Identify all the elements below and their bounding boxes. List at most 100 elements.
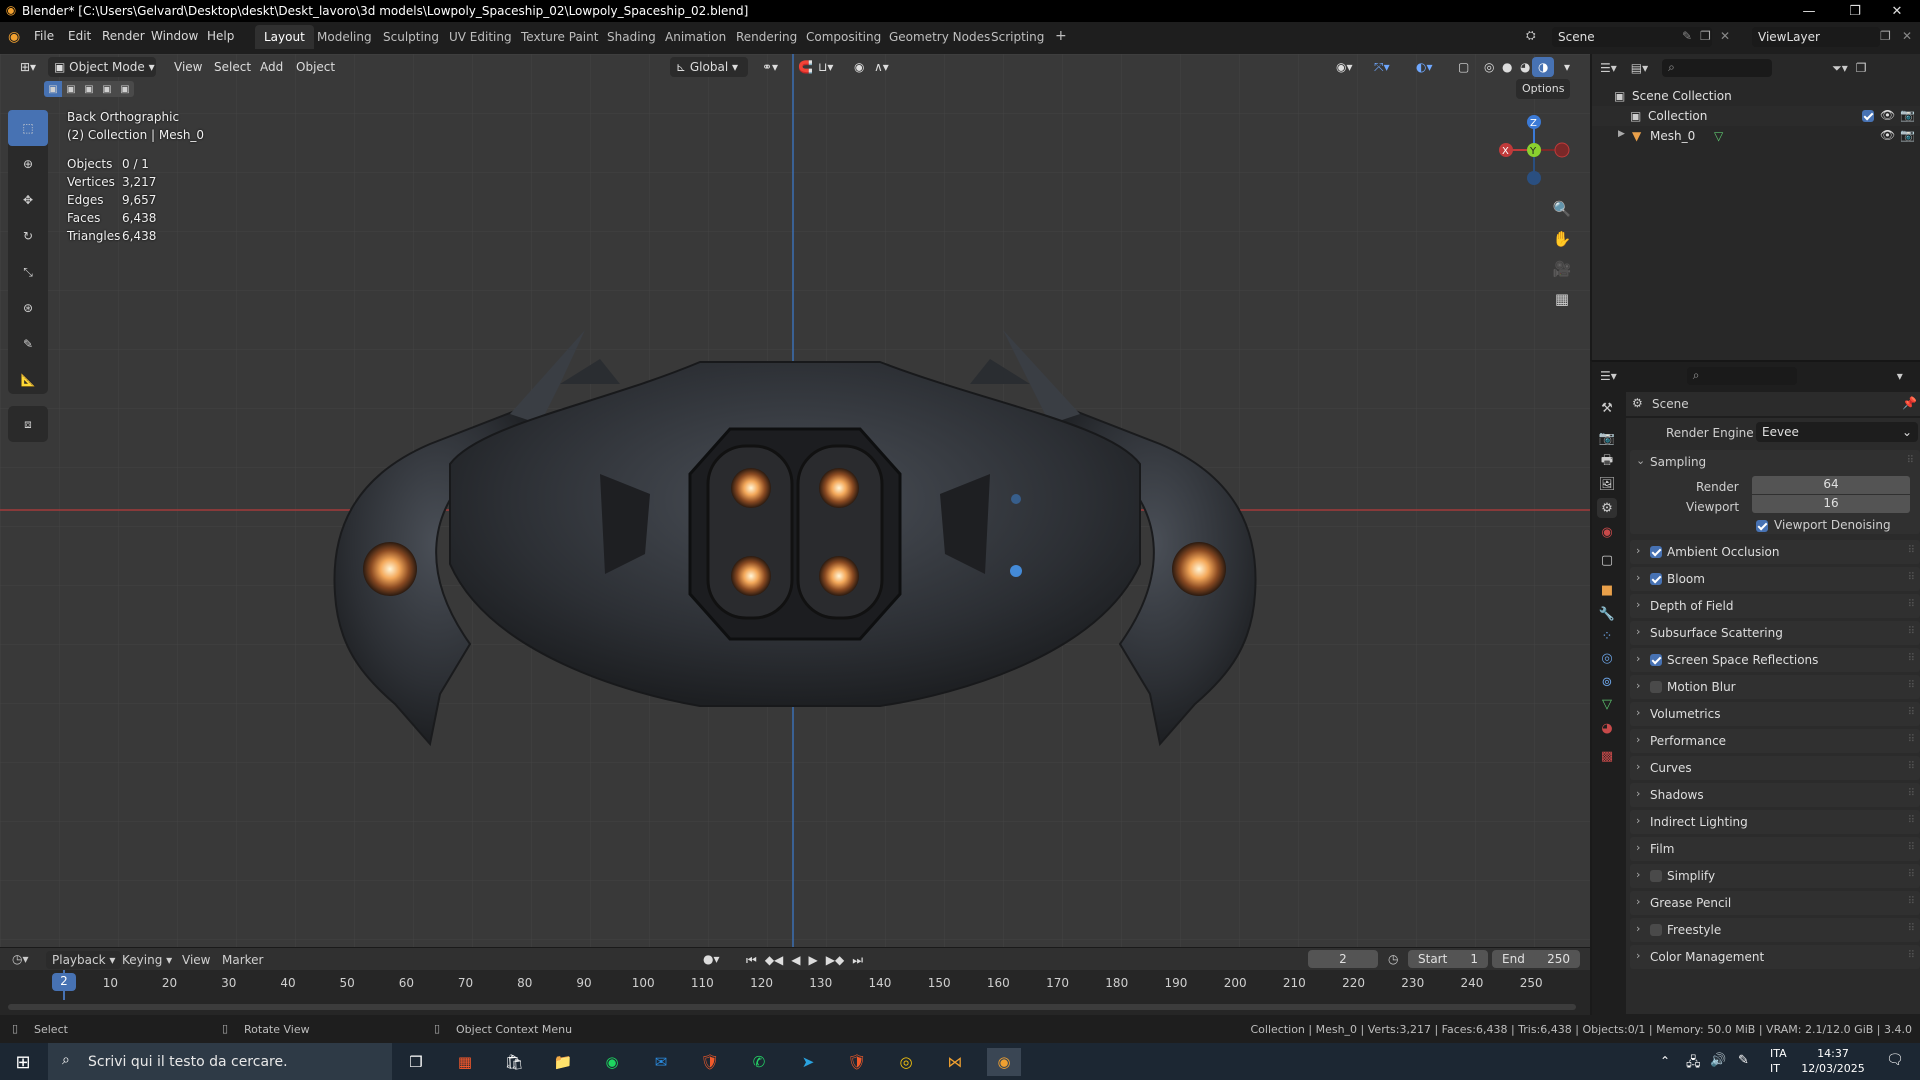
menu-window[interactable]: Window [151,29,198,43]
windows-start-icon[interactable]: ⊞ [6,1048,40,1076]
rotate-tool-icon[interactable]: ↻ [8,218,48,254]
data-tab-icon[interactable]: ▽ [1597,694,1617,714]
select-invert-icon[interactable]: ▣ [98,81,116,97]
zoom-icon[interactable]: 🔍 [1548,194,1576,224]
drag-handle-icon[interactable]: ⠿ [1908,545,1915,556]
telegram-icon[interactable]: ➤ [791,1048,825,1076]
clock-date[interactable]: 12/03/2025 [1800,1062,1866,1075]
outliner-row-scene-collection[interactable]: ▣ Scene Collection [1592,86,1920,106]
panel-enable-checkbox[interactable] [1650,924,1662,936]
auto-keying-icon[interactable]: ●▾ [703,952,720,966]
play-reverse-icon[interactable]: ◀ [791,953,800,967]
start-frame-field[interactable]: Start 1 [1408,950,1488,968]
transform-tool-icon[interactable]: ⊛ [8,290,48,326]
menu-file[interactable]: File [34,29,54,43]
jump-end-icon[interactable]: ⏭ [852,953,863,968]
mail-icon[interactable]: ✉ [644,1048,678,1076]
properties-editor-icon[interactable]: ☰▾ [1600,369,1617,383]
new-viewlayer-icon[interactable]: ❐ [1880,29,1891,43]
drag-handle-icon[interactable]: ⠿ [1908,950,1915,961]
tab-scripting[interactable]: Scripting [982,25,1053,49]
select-subtract-icon[interactable]: ▣ [80,81,98,97]
new-collection-icon[interactable]: ❐ [1856,61,1867,75]
playback-menu[interactable]: Playback ▾ [46,951,122,969]
delete-scene-icon[interactable]: ✕ [1720,29,1730,43]
viewport-menu-object[interactable]: Object [290,57,341,77]
mesh-data-icon[interactable]: ▽ [1714,129,1723,143]
panel-shadows[interactable]: › Shadows ⠿ [1630,783,1920,807]
chrome-icon[interactable]: ◎ [889,1048,923,1076]
tab-sculpting[interactable]: Sculpting [374,25,448,49]
drag-handle-icon[interactable]: ⠿ [1908,707,1915,718]
collection-render-icon[interactable]: 📷 [1900,108,1915,122]
collection-visibility-icon[interactable]: 👁 [1880,108,1895,122]
tool-tab-icon[interactable]: ⚒ [1597,398,1617,418]
mixed-app-icon[interactable]: ⋈ [938,1048,972,1076]
task-view-icon[interactable]: ❒ [399,1048,433,1076]
viewlayer-field[interactable]: ViewLayer [1752,27,1880,47]
tab-texture-paint[interactable]: Texture Paint [512,25,607,49]
transform-orientation-dropdown[interactable]: ⊾ Global ▾ [670,57,748,77]
collection-tab-icon[interactable]: ▢ [1597,550,1617,570]
viewport-menu-select[interactable]: Select [208,57,257,77]
particles-tab-icon[interactable]: ⁘ [1597,626,1617,646]
panel-grease-pencil[interactable]: › Grease Pencil ⠿ [1630,891,1920,915]
editor-type-icon[interactable]: ⊞▾ [14,57,42,77]
play-icon[interactable]: ▶ [809,953,818,967]
tray-chevron-icon[interactable]: ⌃ [1660,1054,1670,1068]
mesh-render-icon[interactable]: 📷 [1900,128,1915,142]
scene-selector-icon[interactable]: ⛭ [1526,28,1536,43]
render-samples-field[interactable]: 64 [1752,476,1910,494]
drag-handle-icon[interactable]: ⠿ [1908,896,1915,907]
menu-render[interactable]: Render [102,29,145,43]
add-workspace-button[interactable]: + [1046,23,1076,47]
world-tab-icon[interactable]: ◉ [1597,522,1617,542]
drag-handle-icon[interactable]: ⠿ [1908,869,1915,880]
panel-freestyle[interactable]: › Freestyle ⠿ [1630,918,1920,942]
options-button[interactable]: Options [1516,79,1571,99]
minimize-button[interactable]: — [1786,0,1832,22]
brave-browser-icon[interactable]: 🛡 [693,1048,727,1076]
taskbar-search-box[interactable]: ⌕ Scrivi qui il testo da cercare. [48,1043,392,1080]
panel-screen-space-reflections[interactable]: › Screen Space Reflections ⠿ [1630,648,1920,672]
select-box-tool-icon[interactable]: ⬚ [8,110,48,146]
camera-view-icon[interactable]: 🎥 [1548,254,1576,284]
collection-exclude-checkbox[interactable] [1862,110,1874,122]
language-indicator[interactable]: ITA [1770,1047,1787,1060]
cursor-tool-icon[interactable]: ⊕ [8,146,48,182]
keying-menu[interactable]: Keying ▾ [122,953,172,967]
object-tab-icon[interactable]: ■ [1597,580,1617,600]
panel-curves[interactable]: › Curves ⠿ [1630,756,1920,780]
drag-handle-icon[interactable]: ⠿ [1908,626,1915,637]
display-mode-icon[interactable]: ▤▾ [1631,61,1648,75]
panel-color-management[interactable]: › Color Management ⠿ [1630,945,1920,969]
pin-icon[interactable]: 📌 [1902,396,1917,410]
drag-handle-icon[interactable]: ⠿ [1908,788,1915,799]
panel-ambient-occlusion[interactable]: › Ambient Occlusion ⠿ [1630,540,1920,564]
outliner-editor-icon[interactable]: ☰▾ [1600,61,1617,75]
clock-time[interactable]: 14:37 [1804,1047,1862,1060]
viewport-samples-field[interactable]: 16 [1752,495,1910,513]
panel-subsurface-scattering[interactable]: › Subsurface Scattering ⠿ [1630,621,1920,645]
select-extend-icon[interactable]: ▣ [62,81,80,97]
drag-handle-icon[interactable]: ⠿ [1908,761,1915,772]
visibility-icon[interactable]: ◉▾ [1330,57,1359,77]
close-button[interactable]: ✕ [1874,0,1920,22]
render-engine-dropdown[interactable]: Eevee ⌄ [1756,422,1918,442]
snap-target-icon[interactable]: ⊔▾ [812,57,839,77]
pivot-point-icon[interactable]: ⚭▾ [756,57,784,77]
tab-uv-editing[interactable]: UV Editing [440,25,521,49]
panel-simplify[interactable]: › Simplify ⠿ [1630,864,1920,888]
drag-handle-icon[interactable]: ⠿ [1908,680,1915,691]
timeline-editor-icon[interactable]: ◷▾ [12,952,29,966]
blender-menu-icon[interactable]: ◉ [8,29,20,45]
viewport-menu-add[interactable]: Add [254,57,289,77]
gizmo-toggle-icon[interactable]: ⤧▾ [1368,57,1396,77]
mesh-visibility-icon[interactable]: 👁 [1880,128,1895,142]
drag-handle-icon[interactable]: ⠿ [1908,734,1915,745]
preview-range-icon[interactable]: ◷ [1388,952,1398,966]
drag-handle-icon[interactable]: ⠿ [1907,455,1914,466]
blender-taskbar-icon[interactable]: ◉ [987,1048,1021,1076]
playhead-marker[interactable]: 2 [52,973,76,991]
3d-viewport[interactable]: ⊞▾ ▣ Object Mode ▾ View Select Add Objec… [0,54,1590,947]
